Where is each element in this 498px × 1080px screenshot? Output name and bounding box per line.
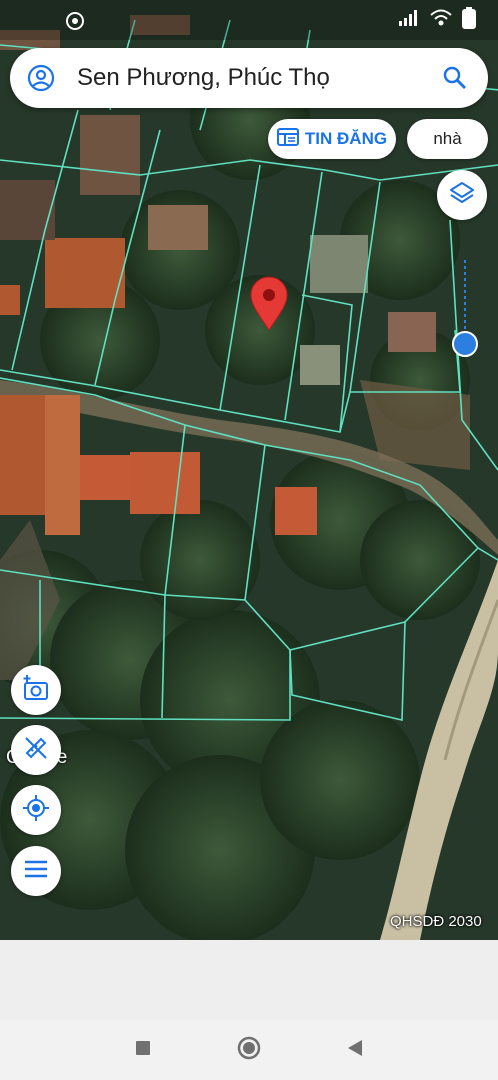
location-pin[interactable] — [249, 276, 289, 332]
system-nav-bar — [0, 1020, 498, 1080]
measure-button[interactable] — [11, 725, 61, 775]
my-location-icon — [22, 794, 50, 827]
my-location-dot — [452, 331, 478, 357]
nha-chip[interactable]: nhà — [407, 119, 488, 159]
layers-button[interactable] — [437, 170, 487, 220]
battery-icon — [462, 6, 476, 34]
search-bar[interactable]: Sen Phương, Phúc Thọ — [10, 48, 488, 108]
menu-icon — [24, 859, 48, 884]
account-circle-icon[interactable] — [27, 64, 55, 92]
layers-icon — [449, 180, 475, 211]
add-photo-icon — [22, 674, 50, 706]
measure-icon — [23, 735, 49, 766]
tin-dang-label: TIN ĐĂNG — [304, 129, 388, 148]
search-icon[interactable] — [442, 65, 468, 91]
activity-icon — [64, 10, 86, 32]
wifi-icon — [430, 9, 452, 32]
map-watermark: QHSDĐ 2030 — [390, 913, 482, 930]
newspaper-icon — [276, 127, 299, 152]
signal-icon — [398, 9, 420, 32]
status-bar — [398, 6, 476, 34]
tin-dang-chip[interactable]: TIN ĐĂNG — [268, 119, 396, 159]
my-location-button[interactable] — [11, 785, 61, 835]
menu-button[interactable] — [11, 846, 61, 896]
add-photo-button[interactable] — [11, 665, 61, 715]
circle-icon[interactable] — [237, 1036, 261, 1065]
nha-label: nhà — [433, 129, 462, 148]
triangle-back-icon[interactable] — [347, 1039, 363, 1062]
square-icon[interactable] — [135, 1040, 151, 1061]
search-query[interactable]: Sen Phương, Phúc Thọ — [77, 64, 442, 92]
